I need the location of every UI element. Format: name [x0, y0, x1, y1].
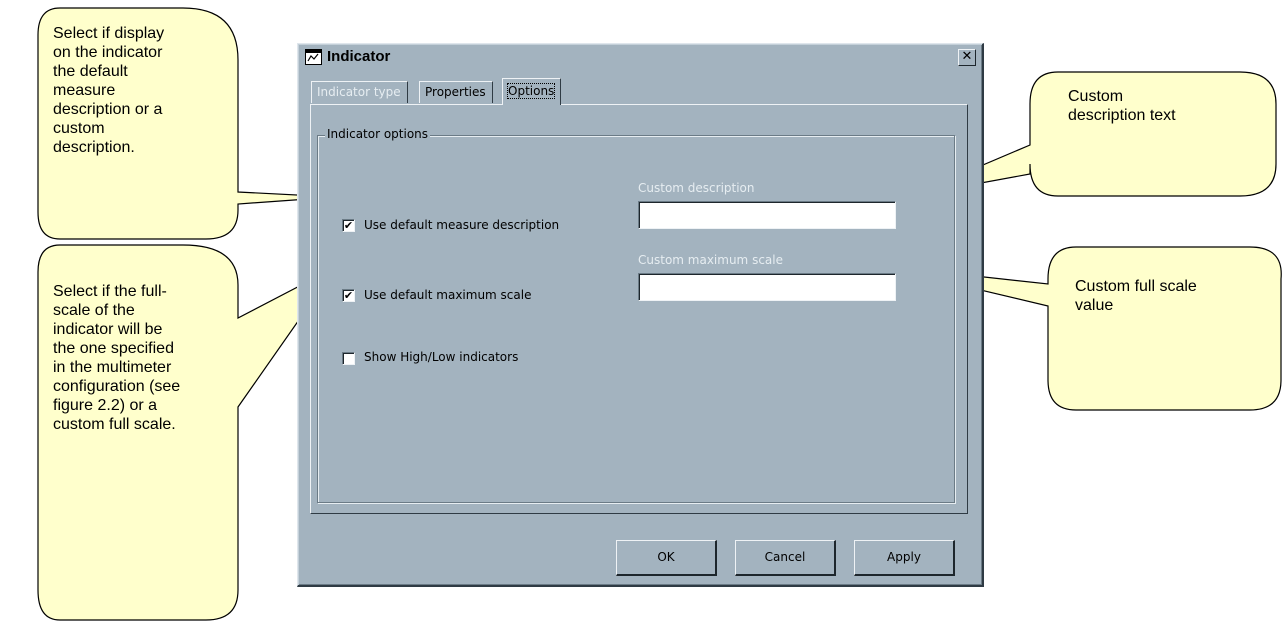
show-high-low-label[interactable]: Show High/Low indicators	[364, 350, 518, 364]
use-default-max-scale-label[interactable]: Use default maximum scale	[364, 288, 531, 302]
tab-options[interactable]: Options	[502, 78, 562, 105]
tab-label: Indicator type	[317, 85, 401, 99]
custom-description-label: Custom description	[638, 181, 755, 195]
checkmark-icon: ✔	[343, 289, 354, 302]
callout-text-top-right: Custom description text	[1068, 88, 1176, 124]
show-high-low-checkbox[interactable]	[342, 352, 355, 365]
window-icon	[305, 49, 322, 65]
ok-button[interactable]: OK	[616, 540, 717, 576]
tab-label: Options	[506, 83, 556, 99]
custom-description-field[interactable]	[638, 201, 896, 229]
use-default-description-checkbox[interactable]: ✔	[342, 219, 355, 232]
checkmark-icon: ✔	[343, 219, 354, 232]
indicator-dialog: Indicator ✕ Indicator type Properties Op…	[297, 43, 984, 587]
apply-button[interactable]: Apply	[854, 540, 955, 576]
callout-text-top-left: Select if display on the indicator the d…	[53, 25, 165, 156]
use-default-description-label[interactable]: Use default measure description	[364, 218, 559, 232]
cancel-button[interactable]: Cancel	[735, 540, 836, 576]
indicator-options-group: Indicator options ✔ Use default measure …	[317, 127, 955, 503]
callout-text-bottom-right: Custom full scale value	[1075, 278, 1197, 314]
tab-label: Properties	[425, 85, 486, 99]
group-title: Indicator options	[325, 127, 431, 141]
custom-max-scale-label: Custom maximum scale	[638, 253, 783, 267]
callout-text-bottom-left: Select if the full- scale of the indicat…	[53, 283, 181, 433]
tab-indicator-type[interactable]: Indicator type	[311, 81, 408, 103]
dialog-title: Indicator	[327, 48, 391, 65]
custom-max-scale-field[interactable]	[638, 273, 896, 301]
title-bar[interactable]: Indicator ✕	[301, 47, 979, 69]
close-button[interactable]: ✕	[958, 49, 976, 66]
options-panel: Indicator options ✔ Use default measure …	[310, 104, 968, 514]
use-default-max-scale-checkbox[interactable]: ✔	[342, 289, 355, 302]
close-icon: ✕	[961, 49, 973, 64]
tab-properties[interactable]: Properties	[419, 81, 493, 103]
